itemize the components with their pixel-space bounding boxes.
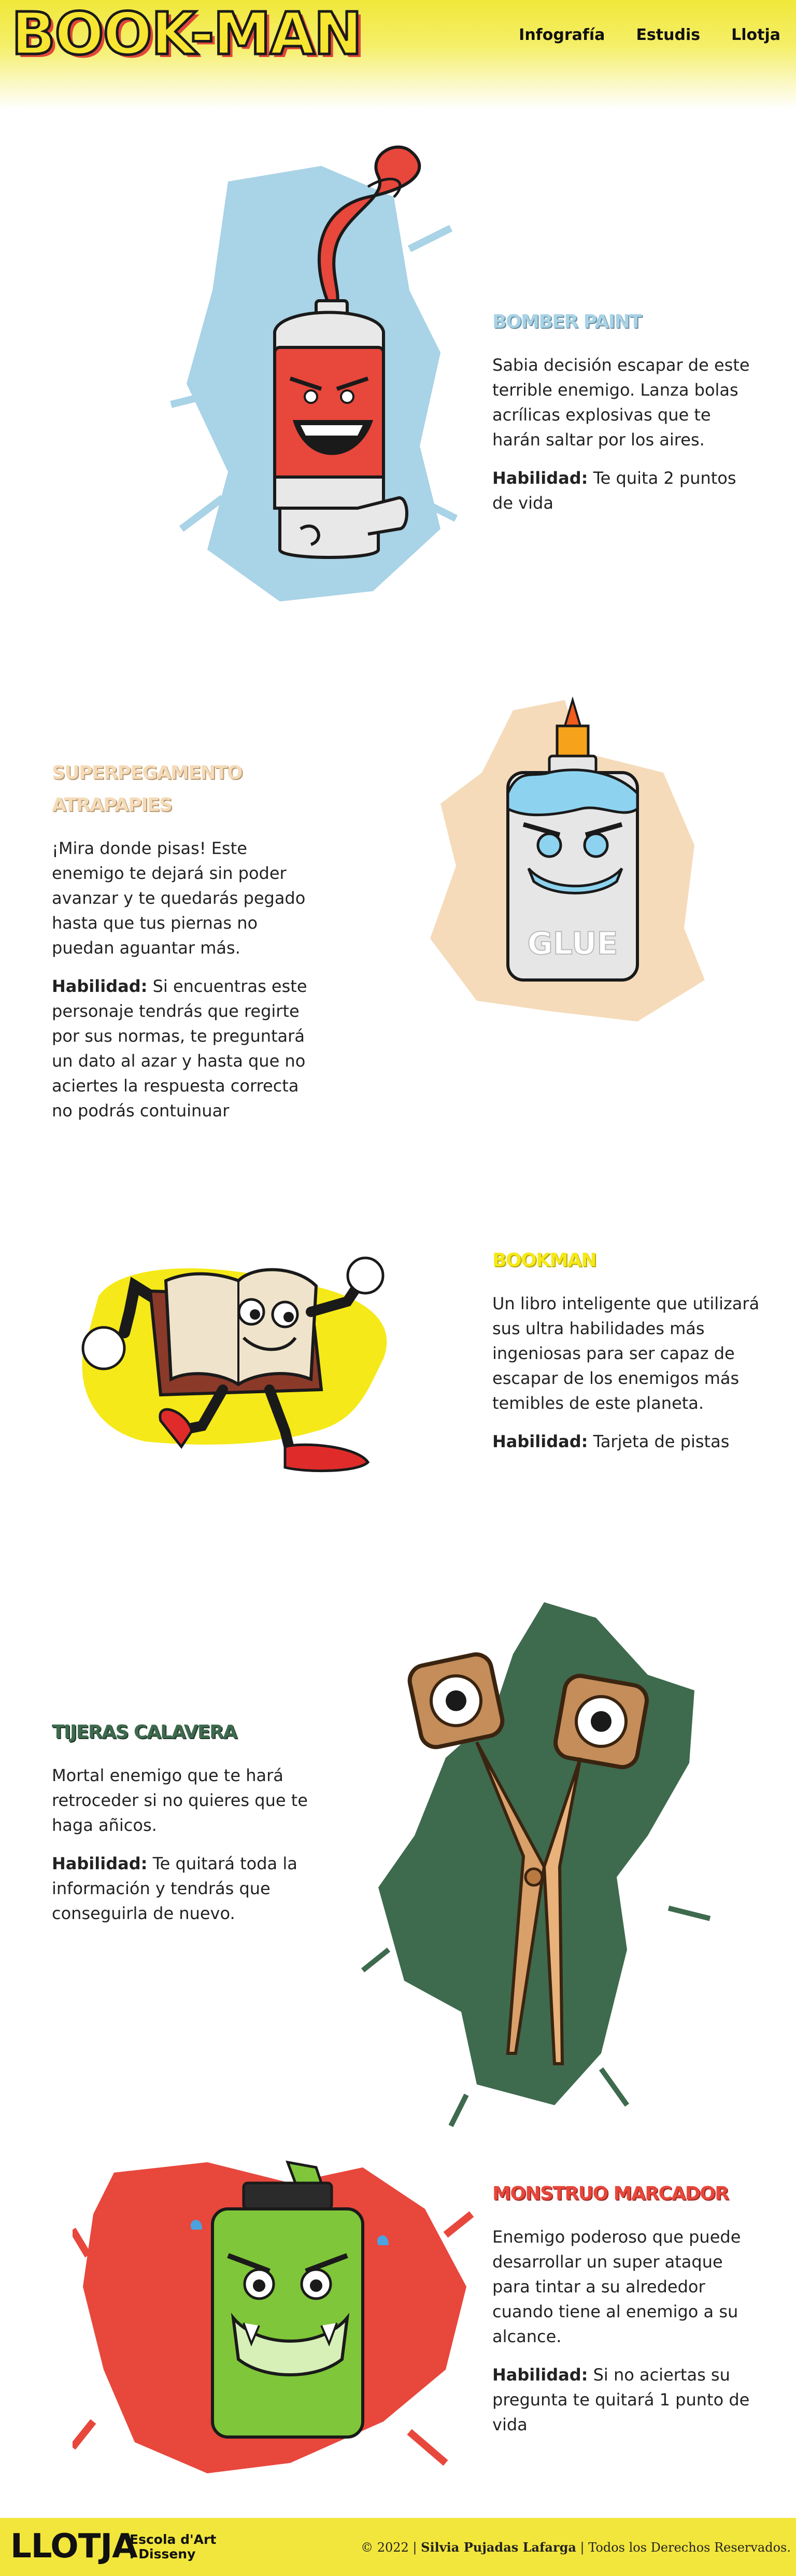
ability-label: Habilidad:: [492, 2365, 588, 2385]
character-description: ¡Mira donde pisas! Este enemigo te dejar…: [52, 838, 306, 958]
glue-bottle-label: GLUE: [527, 926, 618, 962]
nav-link-llotja[interactable]: Llotja: [731, 26, 780, 44]
ability-value: Si encuentras este personaje tendrás que…: [52, 976, 307, 1121]
character-ability: Habilidad: Tarjeta de pistas: [492, 1429, 762, 1454]
superpegamento-text: SUPERPEGAMENTO ATRAPAPIES ¡Mira donde pi…: [52, 757, 321, 1123]
llotja-logo[interactable]: LLOTJA: [10, 2528, 138, 2565]
character-title: SUPERPEGAMENTO ATRAPAPIES: [52, 762, 243, 816]
character-description: Un libro inteligente que utilizará sus u…: [492, 1294, 760, 1413]
tijeras-text: TIJERAS CALAVERA Mortal enemigo que te h…: [52, 1716, 321, 1926]
character-section-tijeras-calavera: TIJERAS CALAVERA Mortal enemigo que te h…: [0, 1587, 796, 2136]
character-ability: Habilidad: Te quitará toda la informació…: [52, 1851, 321, 1926]
ability-label: Habilidad:: [52, 1854, 148, 1873]
nav-link-infografia[interactable]: Infografía: [519, 26, 605, 44]
main-nav: Infografía Estudis Llotja: [519, 26, 780, 44]
ability-label: Habilidad:: [492, 468, 588, 488]
character-ability: Habilidad: Te quita 2 puntos de vida: [492, 466, 762, 515]
character-ability: Habilidad: Si encuentras este personaje …: [52, 974, 321, 1123]
character-title: BOOKMAN: [492, 1250, 596, 1271]
monstruo-text: MONSTRUO MARCADOR Enemigo poderoso que p…: [492, 2178, 762, 2437]
character-description: Mortal enemigo que te hará retroceder si…: [52, 1766, 308, 1835]
copyright-suffix: | Todos los Derechos Reservados.: [580, 2540, 791, 2555]
copyright-prefix: © 2022 |: [361, 2540, 417, 2555]
character-section-bomber-paint: BOMBER PAINT Sabia decisión escapar de e…: [0, 135, 796, 653]
character-description: Enemigo poderoso que puede desarrollar u…: [492, 2227, 741, 2346]
school-name-line1: Escola d'Art: [130, 2532, 217, 2547]
nav-link-estudis[interactable]: Estudis: [636, 26, 700, 44]
character-title: MONSTRUO MARCADOR: [492, 2183, 729, 2204]
character-section-superpegamento: SUPERPEGAMENTO ATRAPAPIES ¡Mira donde pi…: [0, 690, 796, 1182]
bookman-text: BOOKMAN Un libro inteligente que utiliza…: [492, 1244, 762, 1454]
character-ability: Habilidad: Si no aciertas su pregunta te…: [492, 2362, 762, 2437]
ability-value: Tarjeta de pistas: [593, 1432, 730, 1451]
character-title: TIJERAS CALAVERA: [52, 1721, 237, 1743]
copyright-notice: © 2022 | Silvia Pujadas Lafarga | Todos …: [361, 2540, 791, 2555]
ability-label: Habilidad:: [492, 1432, 588, 1451]
character-section-bookman: BOOKMAN Un libro inteligente que utiliza…: [0, 1203, 796, 1545]
superpegamento-illustration: GLUE: [430, 696, 705, 1021]
site-footer: LLOTJA Escola d'Art i Disseny © 2022 | S…: [0, 2518, 796, 2576]
school-name-line2: i Disseny: [130, 2546, 196, 2561]
bookman-logo[interactable]: BOOK-MAN: [10, 2, 363, 67]
bomber-paint-illustration: [170, 145, 458, 601]
bomber-paint-text: BOMBER PAINT Sabia decisión escapar de e…: [492, 306, 762, 515]
ability-label: Habilidad:: [52, 976, 148, 996]
author-name: Silvia Pujadas Lafarga: [421, 2540, 576, 2555]
monstruo-marcador-illustration: [73, 2160, 474, 2473]
character-title: BOMBER PAINT: [492, 311, 642, 332]
bookman-illustration: [81, 1256, 387, 1473]
site-header: BOOK-MAN Infografía Estudis Llotja: [0, 0, 796, 109]
character-section-monstruo-marcador: MONSTRUO MARCADOR Enemigo poderoso que p…: [0, 2152, 796, 2510]
character-description: Sabia decisión escapar de este terrible …: [492, 355, 750, 450]
school-name: Escola d'Art i Disseny: [130, 2532, 244, 2561]
tijeras-calavera-illustration: [361, 1602, 711, 2127]
